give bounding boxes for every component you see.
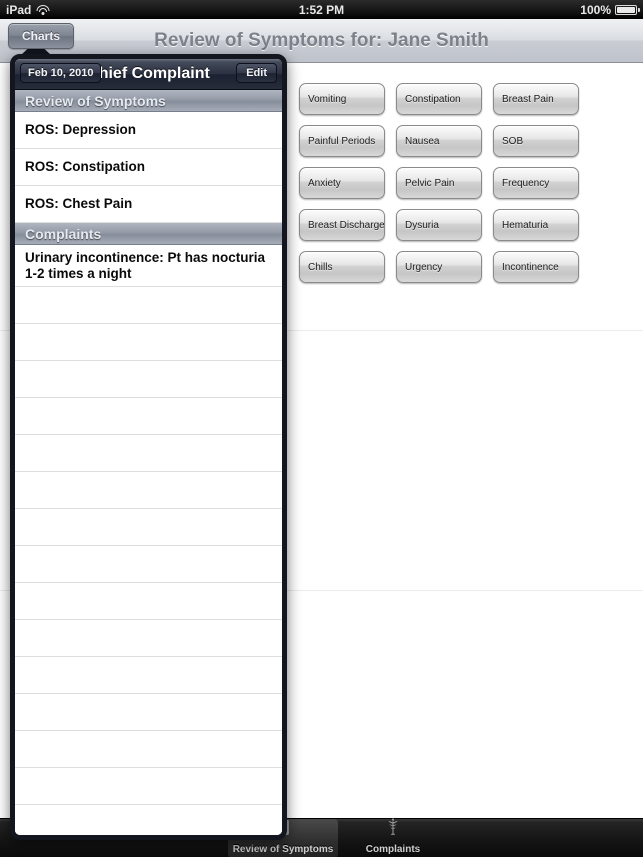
battery-icon bbox=[615, 4, 640, 15]
popover-list-item[interactable]: ROS: Depression bbox=[15, 112, 282, 149]
symptom-button-row: Painful Periods Nausea SOB bbox=[299, 125, 599, 157]
chief-complaint-popover: Feb 10, 2010 Chief Complaint Edit Review… bbox=[10, 41, 287, 840]
popover-empty-row bbox=[15, 435, 282, 472]
popover-empty-row bbox=[15, 324, 282, 361]
popover-list-item[interactable]: ROS: Constipation bbox=[15, 149, 282, 186]
symptom-button[interactable]: Breast Pain bbox=[493, 83, 579, 115]
tab-label: Review of Symptoms bbox=[232, 844, 334, 855]
ipad-screen: iPad 1:52 PM 100% Review of Symptoms for… bbox=[0, 0, 643, 857]
symptom-button[interactable]: Breast Discharge bbox=[299, 209, 385, 241]
symptom-button[interactable]: Dysuria bbox=[396, 209, 482, 241]
symptom-button[interactable]: Vomiting bbox=[299, 83, 385, 115]
battery-percent-label: 100% bbox=[580, 2, 611, 17]
popover-list-item[interactable]: Urinary incontinence: Pt has nocturia 1-… bbox=[15, 245, 282, 287]
caduceus-icon bbox=[383, 817, 403, 842]
symptom-button[interactable]: Nausea bbox=[396, 125, 482, 157]
symptom-button[interactable]: SOB bbox=[493, 125, 579, 157]
symptom-button[interactable]: Frequency bbox=[493, 167, 579, 199]
popover-empty-row bbox=[15, 694, 282, 731]
symptom-button-row: Breast Discharge Dysuria Hematuria bbox=[299, 209, 599, 241]
popover-edit-button[interactable]: Edit bbox=[236, 63, 277, 83]
popover-empty-row bbox=[15, 546, 282, 583]
popover-section-header: Review of Symptoms bbox=[15, 90, 282, 112]
status-bar-right: 100% bbox=[580, 2, 640, 17]
popover-empty-row bbox=[15, 657, 282, 694]
charts-back-button[interactable]: Charts bbox=[8, 23, 75, 49]
symptom-button-row: Vomiting Constipation Breast Pain bbox=[299, 83, 599, 115]
popover-title: Chief Complaint bbox=[87, 65, 210, 82]
tab-complaints[interactable]: Complaints bbox=[338, 817, 448, 857]
popover-empty-row bbox=[15, 398, 282, 435]
popover-empty-row bbox=[15, 805, 282, 835]
symptom-button-grid: Vomiting Constipation Breast Pain Painful P… bbox=[299, 83, 599, 293]
symptom-button[interactable]: Hematuria bbox=[493, 209, 579, 241]
popover-header: Feb 10, 2010 Chief Complaint Edit bbox=[15, 59, 282, 90]
page-title: Review of Symptoms for: Jane Smith bbox=[154, 29, 489, 51]
popover-empty-row bbox=[15, 731, 282, 768]
tab-label: Complaints bbox=[365, 844, 421, 855]
popover-empty-row bbox=[15, 287, 282, 324]
popover-list: Review of Symptoms ROS: Depression ROS: Co… bbox=[15, 90, 282, 835]
symptom-button[interactable]: Painful Periods bbox=[299, 125, 385, 157]
popover-empty-row bbox=[15, 620, 282, 657]
popover-empty-row bbox=[15, 361, 282, 398]
symptom-button[interactable]: Constipation bbox=[396, 83, 482, 115]
status-bar: iPad 1:52 PM 100% bbox=[0, 0, 643, 19]
symptom-button[interactable]: Pelvic Pain bbox=[396, 167, 482, 199]
symptom-button-row: Anxiety Pelvic Pain Frequency bbox=[299, 167, 599, 199]
popover-empty-row bbox=[15, 583, 282, 620]
popover-list-item[interactable]: ROS: Chest Pain bbox=[15, 186, 282, 223]
status-bar-clock: 1:52 PM bbox=[298, 2, 345, 17]
popover-empty-row bbox=[15, 472, 282, 509]
symptom-button[interactable]: Incontinence bbox=[493, 251, 579, 283]
popover-empty-row bbox=[15, 509, 282, 546]
popover-date-button[interactable]: Feb 10, 2010 bbox=[20, 63, 102, 83]
popover-body: Feb 10, 2010 Chief Complaint Edit Review… bbox=[10, 54, 287, 840]
symptom-button-row: Chills Urgency Incontinence bbox=[299, 251, 599, 283]
symptom-button[interactable]: Urgency bbox=[396, 251, 482, 283]
popover-section-header: Complaints bbox=[15, 223, 282, 245]
symptom-button[interactable]: Anxiety bbox=[299, 167, 385, 199]
symptom-button[interactable]: Chills bbox=[299, 251, 385, 283]
popover-empty-row bbox=[15, 768, 282, 805]
